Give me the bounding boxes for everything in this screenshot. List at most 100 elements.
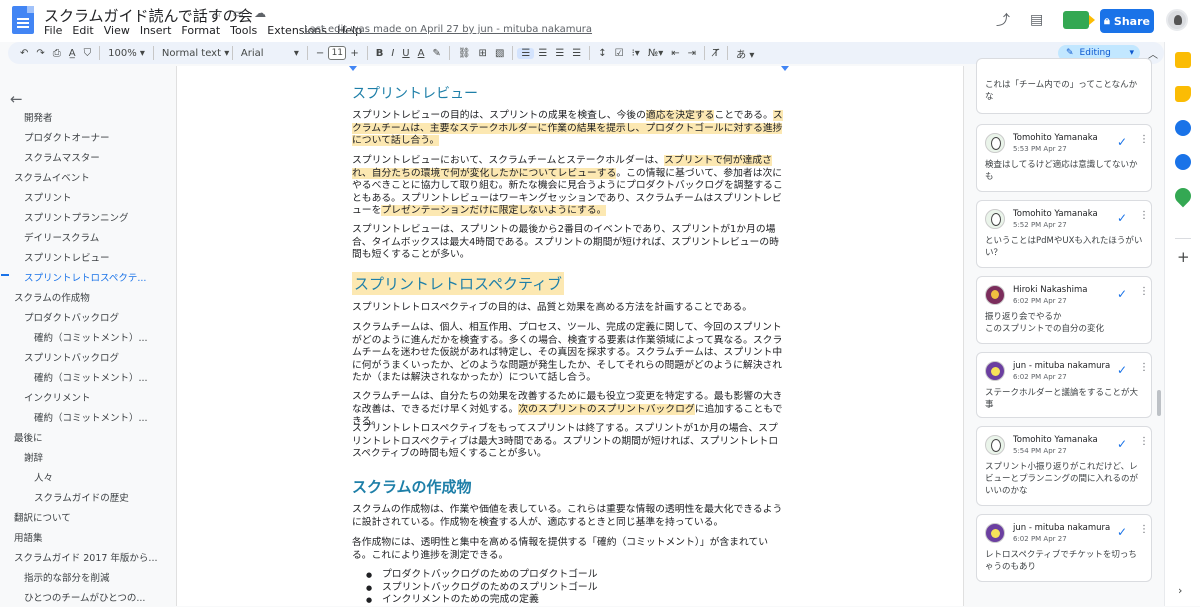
add-on-plus-icon[interactable]: + [1177,248,1190,266]
text-color-button[interactable]: A [414,48,429,59]
list-item[interactable]: スプリントバックログのためのスプリントゴール [352,582,598,595]
outline-item[interactable]: ひとつのチームがひとつの... [24,590,172,604]
align-justify-icon[interactable]: ☰ [568,48,585,59]
more-options-icon[interactable]: ⋮ [1139,134,1149,145]
outline-item[interactable]: スプリント [24,190,172,204]
docs-logo-icon[interactable] [12,6,34,34]
resolve-check-icon[interactable]: ✓ [1117,287,1127,301]
decrease-indent-icon[interactable]: ⇤ [667,48,683,59]
outline-item-active[interactable]: スプリントレトロスペクテ... [24,270,172,284]
outline-item[interactable]: スクラムイベント [14,170,172,184]
paragraph[interactable]: スクラムの作成物は、作業や価値を表している。これらは重要な情報の透明性を最大化で… [352,504,784,529]
outline-item[interactable]: スクラムガイドの歴史 [34,490,172,504]
paragraph[interactable]: スプリントレビューは、スプリントの最後から2番目のイベントであり、スプリントが1… [352,224,784,262]
outline-item[interactable]: 開発者 [24,110,172,124]
paragraph[interactable]: スクラムチームは、個人、相互作用、プロセス、ツール、完成の定義に関して、今回のス… [352,322,784,385]
list-item[interactable]: プロダクトバックログのためのプロダクトゴール [352,569,598,582]
paragraph[interactable]: スプリントレトロスペクティブをもってスプリントは終了する。スプリントが1か月の場… [352,423,784,461]
left-indent-marker[interactable] [349,66,357,71]
menu-edit[interactable]: Edit [72,24,93,37]
comment-card[interactable]: jun - mituba nakamura 6:02 PM Apr 27 ✓ ⋮… [976,514,1152,582]
outline-item[interactable]: スプリントレビュー [24,250,172,264]
calendar-icon[interactable] [1175,52,1191,68]
outline-item[interactable]: 確約（コミットメント）... [34,330,172,344]
zoom-select[interactable]: 100% ▾ [104,48,149,59]
menu-file[interactable]: File [44,24,62,37]
comment-card[interactable]: Tomohito Yamanaka 5:53 PM Apr 27 ✓ ⋮ 検査は… [976,124,1152,192]
redo-icon[interactable]: ↷ [32,48,48,59]
paint-format-icon[interactable]: ⛉ [80,48,96,59]
clear-formatting-icon[interactable]: T̸ [709,48,723,59]
resolve-check-icon[interactable]: ✓ [1117,437,1127,451]
spellcheck-icon[interactable]: A̲ [65,48,80,59]
comment-card[interactable]: Tomohito Yamanaka 5:54 PM Apr 27 ✓ ⋮ スプリ… [976,426,1152,506]
outline-item[interactable]: 用語集 [14,530,172,544]
outline-item[interactable]: スクラムガイド 2017 年版から... [14,550,172,564]
paragraph[interactable]: スプリントレトロスペクティブの目的は、品質と効果を高める方法を計画することである… [352,302,784,315]
outline-item[interactable]: 謝辞 [24,450,172,464]
italic-button[interactable]: I [387,48,398,59]
list-item[interactable]: インクリメントのための完成の定義 [352,594,598,607]
comment-history-icon[interactable]: ▤ [1030,12,1043,28]
print-icon[interactable]: ⎙ [49,48,65,59]
resolve-check-icon[interactable]: ✓ [1117,211,1127,225]
paragraph[interactable]: スプリントレビューにおいて、スクラムチームとステークホルダーは、スプリントで何が… [352,155,784,218]
align-left-icon[interactable]: ☰ [517,47,535,59]
more-options-icon[interactable]: ⋮ [1139,524,1149,535]
font-size-input[interactable]: 11 [328,46,347,60]
resolve-check-icon[interactable]: ✓ [1117,525,1127,539]
meet-icon[interactable] [1063,11,1096,29]
menu-view[interactable]: View [104,24,130,37]
resolve-check-icon[interactable]: ✓ [1117,363,1127,377]
account-avatar[interactable] [1166,9,1188,31]
bullet-list[interactable]: プロダクトバックログのためのプロダクトゴール スプリントバックログのためのスプリ… [352,569,598,607]
input-tools-button[interactable]: あ ▾ [732,46,758,61]
more-options-icon[interactable]: ⋮ [1139,436,1149,447]
more-options-icon[interactable]: ⋮ [1139,362,1149,373]
heading-scrum-artifacts[interactable]: スクラムの作成物 [352,476,472,497]
collapse-side-panel-icon[interactable]: › [1178,584,1182,597]
star-icon[interactable]: ☆ [212,6,223,20]
checklist-icon[interactable]: ☑ [611,48,628,59]
highlight-color-icon[interactable]: ✎ [428,48,444,59]
outline-item[interactable]: 翻訳について [14,510,172,524]
contacts-icon[interactable] [1175,154,1191,170]
bold-button[interactable]: B [372,48,388,59]
outline-item[interactable]: インクリメント [24,390,172,404]
tasks-icon[interactable] [1175,120,1191,136]
underline-button[interactable]: U [398,48,413,59]
more-options-icon[interactable]: ⋮ [1139,286,1149,297]
right-indent-marker[interactable] [781,66,789,71]
resolve-check-icon[interactable]: ✓ [1117,135,1127,149]
share-button[interactable]: 🔒︎ Share [1100,9,1154,33]
line-spacing-icon[interactable]: ↕ [594,48,610,59]
outline-item[interactable]: プロダクトオーナー [24,130,172,144]
outline-item[interactable]: スプリントバックログ [24,350,172,364]
outline-item[interactable]: 指示的な部分を削減 [24,570,172,584]
outline-item[interactable]: スクラムマスター [24,150,172,164]
comment-card[interactable]: jun - mituba nakamura 6:02 PM Apr 27 ✓ ⋮… [976,352,1152,418]
font-size-increase-button[interactable]: + [346,48,362,59]
increase-indent-icon[interactable]: ⇥ [684,48,700,59]
scrollbar-thumb[interactable] [1157,390,1161,416]
comment-card[interactable]: Hiroki Nakashima 6:02 PM Apr 27 ✓ ⋮ 振り返り… [976,276,1152,344]
paragraph[interactable]: 各作成物には、透明性と集中を高める情報を提供する「確約（コミットメント）」が含ま… [352,537,784,562]
outline-item[interactable]: 確約（コミットメント）... [34,410,172,424]
numbered-list-icon[interactable]: №▾ [644,48,667,59]
add-comment-icon[interactable]: ⊞ [475,48,491,59]
style-select[interactable]: Normal text ▾ [158,48,229,59]
outline-item[interactable]: プロダクトバックログ [24,310,172,324]
align-right-icon[interactable]: ☰ [551,48,568,59]
outline-item[interactable]: 人々 [34,470,172,484]
outline-item[interactable]: スクラムの作成物 [14,290,172,304]
menu-insert[interactable]: Insert [140,24,172,37]
bulleted-list-icon[interactable]: ⁝▾ [628,48,644,59]
undo-icon[interactable]: ↶ [16,48,32,59]
activity-trend-icon[interactable]: ⤴ [996,10,1010,30]
menu-format[interactable]: Format [181,24,220,37]
align-center-icon[interactable]: ☰ [534,48,551,59]
last-edit-link[interactable]: Last edit was made on April 27 by jun - … [304,24,592,35]
comment-card[interactable]: これは「チーム内での」ってことなんかな [976,58,1152,114]
heading-sprint-review[interactable]: スプリントレビュー [352,83,478,103]
keep-icon[interactable] [1175,86,1191,102]
